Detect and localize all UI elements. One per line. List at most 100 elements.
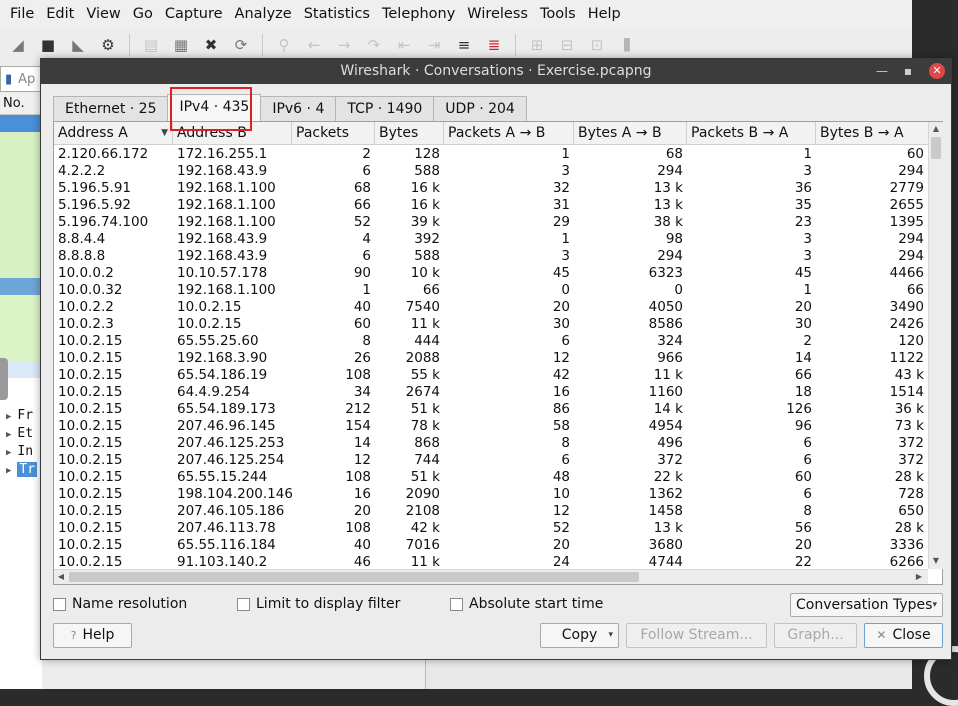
table-row[interactable]: 10.0.2.15 207.46.113.78 108 42 k 52 13 k 56 28 … <box>54 520 928 537</box>
scroll-left-arrow-icon[interactable]: ◀ <box>54 570 68 584</box>
vertical-scroll-thumb[interactable] <box>931 137 941 159</box>
conversations-table[interactable]: Address A ▼ Address B Packets Bytes Packe… <box>53 121 943 585</box>
expand-arrow-icon[interactable]: ▶ <box>6 448 11 458</box>
column-header-bytes[interactable]: Bytes <box>375 122 444 145</box>
tab-ipv4[interactable]: IPv4 · 435 <box>167 94 262 121</box>
horizontal-scrollbar[interactable]: ◀ ▶ <box>54 569 928 584</box>
menu-statistics[interactable]: Statistics <box>298 0 376 28</box>
vertical-scrollbar[interactable]: ▲ ▼ <box>928 122 943 569</box>
tab-udp[interactable]: UDP · 204 <box>433 96 527 121</box>
table-row[interactable]: 5.196.5.92 192.168.1.100 66 16 k 31 13 k 35 265… <box>54 197 928 214</box>
detail-row-frame[interactable]: ▶ Fr <box>6 408 33 423</box>
reload-file-icon[interactable]: ⟳ <box>229 33 253 57</box>
table-row[interactable]: 4.2.2.2 192.168.43.9 6 588 3 294 3 294 <box>54 163 928 180</box>
table-row[interactable]: 10.0.2.15 207.46.96.145 154 78 k 58 4954 96 73 … <box>54 418 928 435</box>
graph-button[interactable]: Graph... <box>774 623 857 648</box>
table-row[interactable]: 10.0.2.3 10.0.2.15 60 11 k 30 8586 30 2426 <box>54 316 928 333</box>
table-row[interactable]: 8.8.4.4 192.168.43.9 4 392 1 98 3 294 <box>54 231 928 248</box>
table-row[interactable]: 5.196.74.100 192.168.1.100 52 39 k 29 38 k 23 1… <box>54 214 928 231</box>
menu-file[interactable]: File <box>4 0 40 28</box>
save-file-icon[interactable]: ▦ <box>169 33 193 57</box>
packet-row-group[interactable] <box>0 278 42 295</box>
tab-ipv6[interactable]: IPv6 · 4 <box>260 96 337 121</box>
follow-stream-button[interactable]: Follow Stream... <box>626 623 767 648</box>
menu-help[interactable]: Help <box>582 0 627 28</box>
bookmark-icon[interactable]: ▮ <box>5 72 12 87</box>
menu-view[interactable]: View <box>80 0 126 28</box>
name-resolution-checkbox[interactable]: Name resolution <box>53 596 187 612</box>
table-row[interactable]: 10.0.2.15 198.104.200.146 16 2090 10 1362 6 728 <box>54 486 928 503</box>
menu-analyze[interactable]: Analyze <box>229 0 298 28</box>
tab-ethernet[interactable]: Ethernet · 25 <box>53 96 169 121</box>
menu-capture[interactable]: Capture <box>159 0 229 28</box>
detail-row-internet[interactable]: ▶ In <box>6 444 33 459</box>
table-row[interactable]: 10.0.2.15 207.46.125.254 12 744 6 372 6 372 <box>54 452 928 469</box>
shark-fin-start-icon[interactable]: ◢ <box>6 33 30 57</box>
table-row[interactable]: 10.0.2.2 10.0.2.15 40 7540 20 4050 20 3490 <box>54 299 928 316</box>
minimize-icon[interactable]: — <box>873 59 891 84</box>
help-button[interactable]: ? Help <box>53 623 132 648</box>
detail-row-ethernet[interactable]: ▶ Et <box>6 426 33 441</box>
menu-tools[interactable]: Tools <box>534 0 582 28</box>
menu-telephony[interactable]: Telephony <box>376 0 461 28</box>
packet-row-group[interactable] <box>0 295 42 361</box>
autoscroll-icon[interactable]: ≡ <box>452 33 476 57</box>
column-header-packets-b-a[interactable]: Packets B → A <box>687 122 816 145</box>
table-row[interactable]: 10.0.2.15 207.46.105.186 20 2108 12 1458 8 650 <box>54 503 928 520</box>
column-header-address-a[interactable]: Address A ▼ <box>54 122 173 145</box>
checkbox-box[interactable] <box>450 597 463 611</box>
go-to-packet-icon[interactable]: ↷ <box>362 33 386 57</box>
close-window-icon[interactable]: ✕ <box>929 63 945 79</box>
maximize-icon[interactable]: ▪ <box>899 59 917 84</box>
packet-row-group[interactable] <box>0 132 42 278</box>
close-file-icon[interactable]: ✖ <box>199 33 223 57</box>
table-row[interactable]: 10.0.2.15 207.46.125.253 14 868 8 496 6 372 <box>54 435 928 452</box>
column-header-packets[interactable]: Packets <box>292 122 375 145</box>
stop-capture-icon[interactable]: ■ <box>36 33 60 57</box>
open-file-icon[interactable]: ▤ <box>139 33 163 57</box>
table-row[interactable]: 10.0.2.15 65.54.186.19 108 55 k 42 11 k 66 43 k <box>54 367 928 384</box>
table-row[interactable]: 10.0.0.32 192.168.1.100 1 66 0 0 1 66 <box>54 282 928 299</box>
table-row[interactable]: 5.196.5.91 192.168.1.100 68 16 k 32 13 k 36 277… <box>54 180 928 197</box>
menu-edit[interactable]: Edit <box>40 0 80 28</box>
checkbox-box[interactable] <box>237 597 250 611</box>
table-row[interactable]: 10.0.2.15 64.4.9.254 34 2674 16 1160 18 1514 <box>54 384 928 401</box>
resize-columns-icon[interactable]: ⫼ <box>615 33 639 57</box>
expand-arrow-icon[interactable]: ▶ <box>6 430 11 440</box>
scroll-up-arrow-icon[interactable]: ▲ <box>929 122 943 136</box>
absolute-start-time-checkbox[interactable]: Absolute start time <box>450 596 603 612</box>
copy-button[interactable]: Copy ▾ <box>540 623 619 648</box>
expand-arrow-icon[interactable]: ▶ <box>6 466 11 476</box>
table-row[interactable]: 10.0.2.15 65.55.15.244 108 51 k 48 22 k 60 28 k <box>54 469 928 486</box>
table-row[interactable]: 2.120.66.172 172.16.255.1 2 128 1 68 1 60 <box>54 146 928 163</box>
splitter-handle[interactable] <box>0 358 8 400</box>
packet-list-column-no[interactable]: No. <box>0 93 42 115</box>
menu-go[interactable]: Go <box>127 0 159 28</box>
column-header-bytes-b-a[interactable]: Bytes B → A <box>816 122 928 145</box>
horizontal-scroll-thumb[interactable] <box>69 572 639 582</box>
limit-to-display-filter-checkbox[interactable]: Limit to display filter <box>237 596 400 612</box>
close-button[interactable]: ✕ Close <box>864 623 943 648</box>
restart-capture-icon[interactable]: ◣ <box>66 33 90 57</box>
column-header-packets-a-b[interactable]: Packets A → B <box>444 122 574 145</box>
table-row[interactable]: 10.0.2.15 65.55.116.184 40 7016 20 3680 20 3336 <box>54 537 928 554</box>
table-row[interactable]: 10.0.0.2 10.10.57.178 90 10 k 45 6323 45 4466 <box>54 265 928 282</box>
dialog-titlebar[interactable]: Wireshark · Conversations · Exercise.pca… <box>41 59 951 84</box>
table-row[interactable]: 10.0.2.15 65.55.25.60 8 444 6 324 2 120 <box>54 333 928 350</box>
detail-row-transport[interactable]: ▶ Tr <box>6 462 38 477</box>
capture-options-gear-icon[interactable]: ⚙ <box>96 33 120 57</box>
column-header-address-b[interactable]: Address B <box>173 122 292 145</box>
last-packet-icon[interactable]: ⇥ <box>422 33 446 57</box>
tab-tcp[interactable]: TCP · 1490 <box>335 96 435 121</box>
colorize-icon[interactable]: ≣ <box>482 33 506 57</box>
table-row[interactable]: 8.8.8.8 192.168.43.9 6 588 3 294 3 294 <box>54 248 928 265</box>
table-row[interactable]: 10.0.2.15 91.103.140.2 46 11 k 24 4744 22 6266 <box>54 554 928 569</box>
packet-row-selected[interactable] <box>0 115 42 132</box>
first-packet-icon[interactable]: ⇤ <box>392 33 416 57</box>
go-forward-icon[interactable]: → <box>332 33 356 57</box>
table-row[interactable]: 10.0.2.15 65.54.189.173 212 51 k 86 14 k 126 36… <box>54 401 928 418</box>
scroll-right-arrow-icon[interactable]: ▶ <box>912 570 926 584</box>
find-packet-icon[interactable]: ⚲ <box>272 33 296 57</box>
menu-wireless[interactable]: Wireless <box>461 0 534 28</box>
zoom-out-icon[interactable]: ⊟ <box>555 33 579 57</box>
